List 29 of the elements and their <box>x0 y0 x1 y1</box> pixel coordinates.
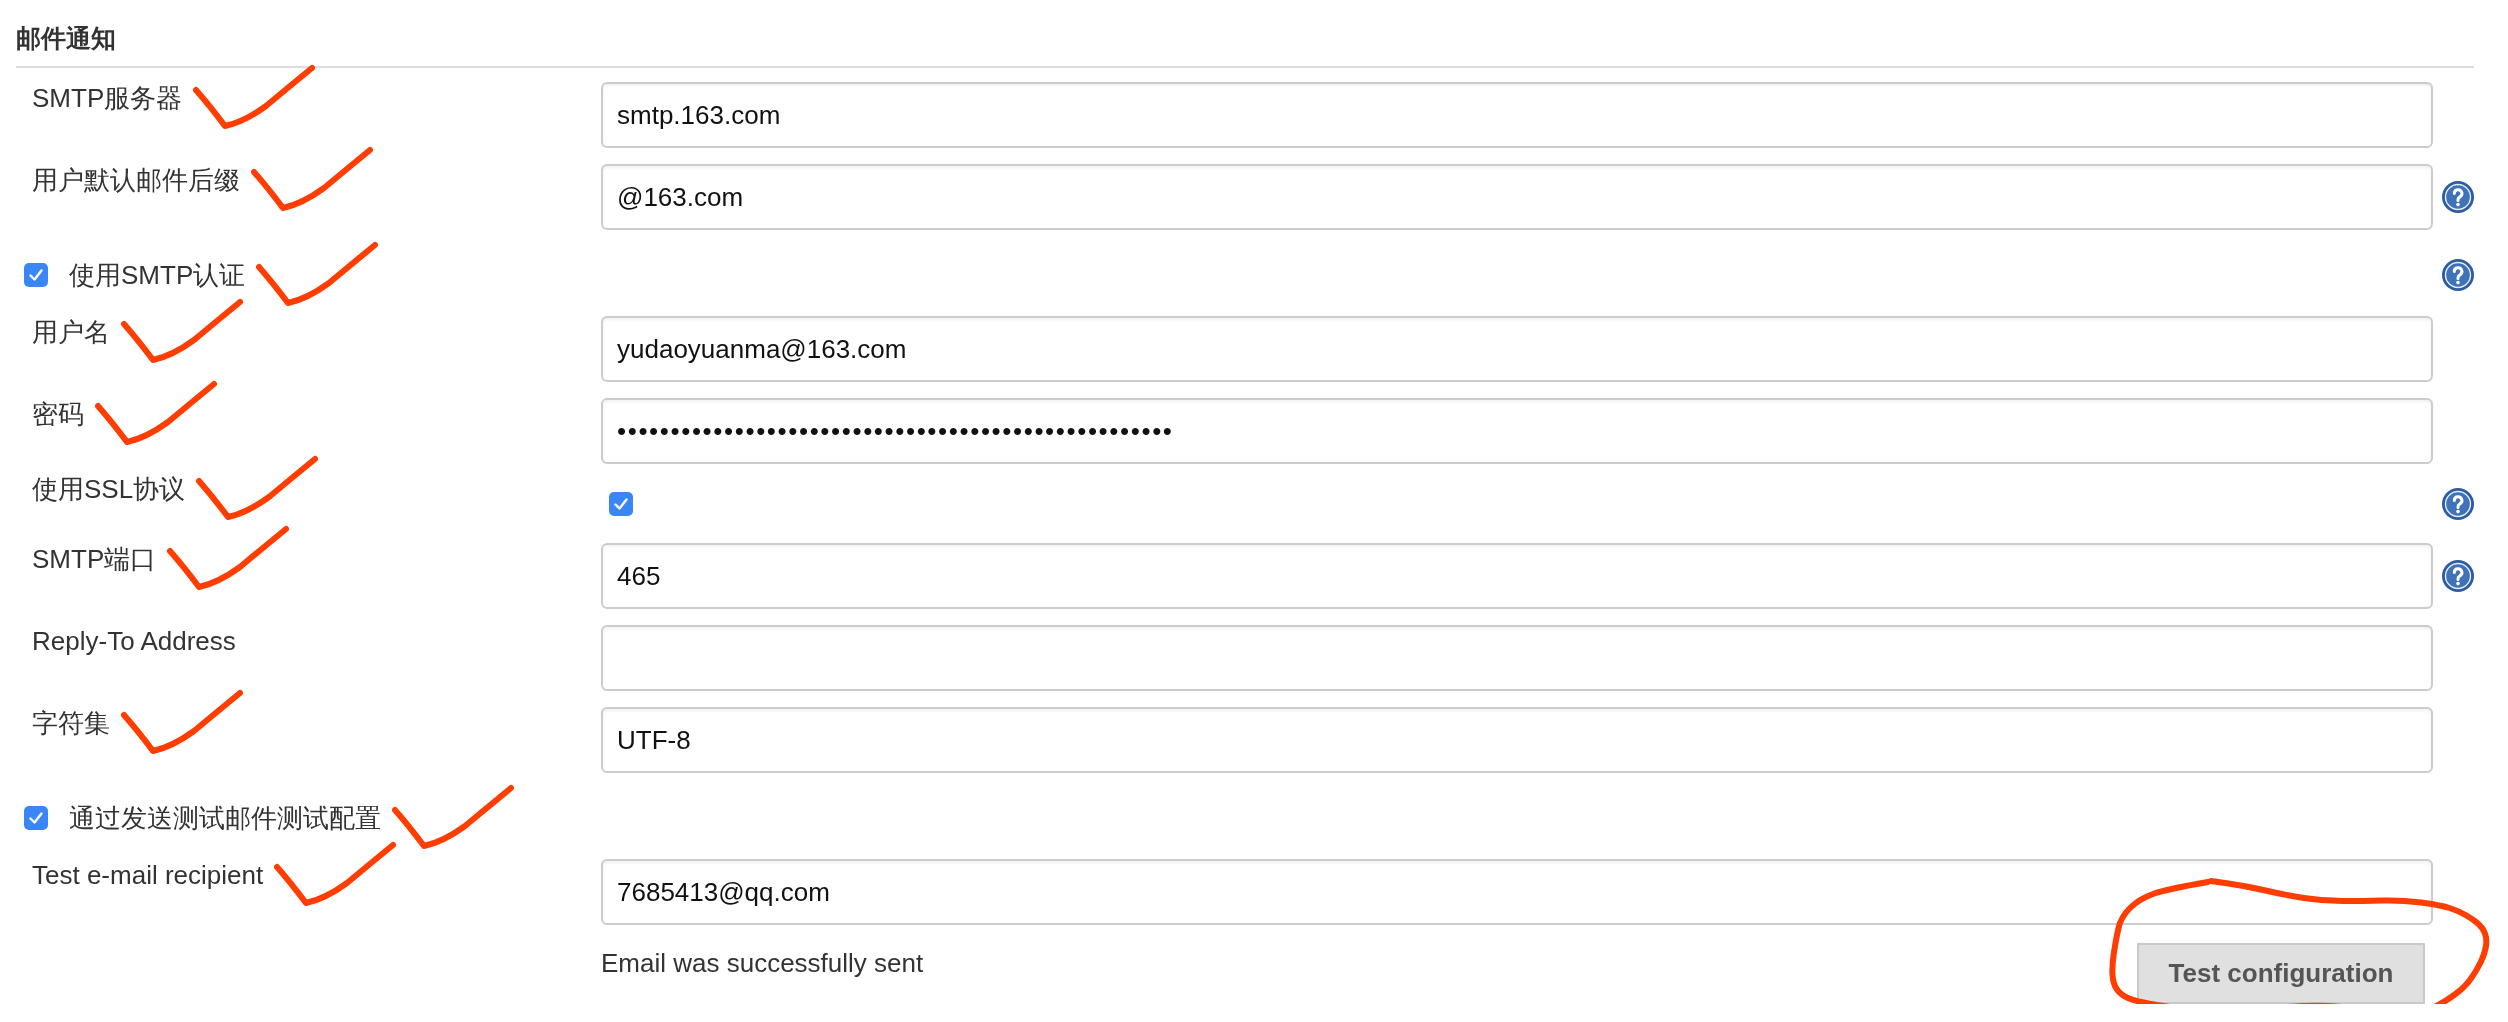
help-icon[interactable] <box>2442 181 2474 213</box>
field-label: 用户名 <box>32 316 110 348</box>
checkbox[interactable] <box>24 806 48 830</box>
text-field[interactable] <box>601 625 2433 691</box>
text-field[interactable]: UTF-8 <box>601 707 2433 773</box>
checkbox-label: 通过发送测试邮件测试配置 <box>69 802 381 834</box>
text-field[interactable]: 465 <box>601 543 2433 609</box>
field-label: 使用SSL协议 <box>32 473 186 505</box>
field-label: 用户默认邮件后缀 <box>32 164 240 196</box>
field-label: Test e-mail recipient <box>32 859 264 891</box>
text-field[interactable]: 7685413@qq.com <box>601 859 2433 925</box>
password-field[interactable]: •••••••••••••••••••••••••••••••••••••••••••••••••••• <box>601 398 2433 464</box>
checkbox[interactable] <box>24 263 48 287</box>
checkbox-label: 使用SMTP认证 <box>69 259 246 291</box>
section-title: 邮件通知 <box>16 23 116 54</box>
field-label: SMTP端口 <box>32 543 157 575</box>
field-label: 字符集 <box>32 707 110 739</box>
help-icon[interactable] <box>2442 487 2474 520</box>
help-icon[interactable] <box>2442 259 2474 291</box>
test-configuration-button[interactable]: Test configuration <box>2137 943 2425 1004</box>
field-label: 密码 <box>32 398 84 430</box>
checkbox[interactable] <box>609 491 633 516</box>
help-icon[interactable] <box>2442 560 2474 592</box>
field-label: SMTP服务器 <box>32 82 183 114</box>
text-field[interactable]: smtp.163.com <box>601 82 2433 148</box>
status-message: Email was successfully sent <box>601 947 924 979</box>
text-field[interactable]: @163.com <box>601 164 2433 230</box>
field-label: Reply-To Address <box>32 625 236 657</box>
text-field[interactable]: yudaoyuanma@163.com <box>601 316 2433 382</box>
